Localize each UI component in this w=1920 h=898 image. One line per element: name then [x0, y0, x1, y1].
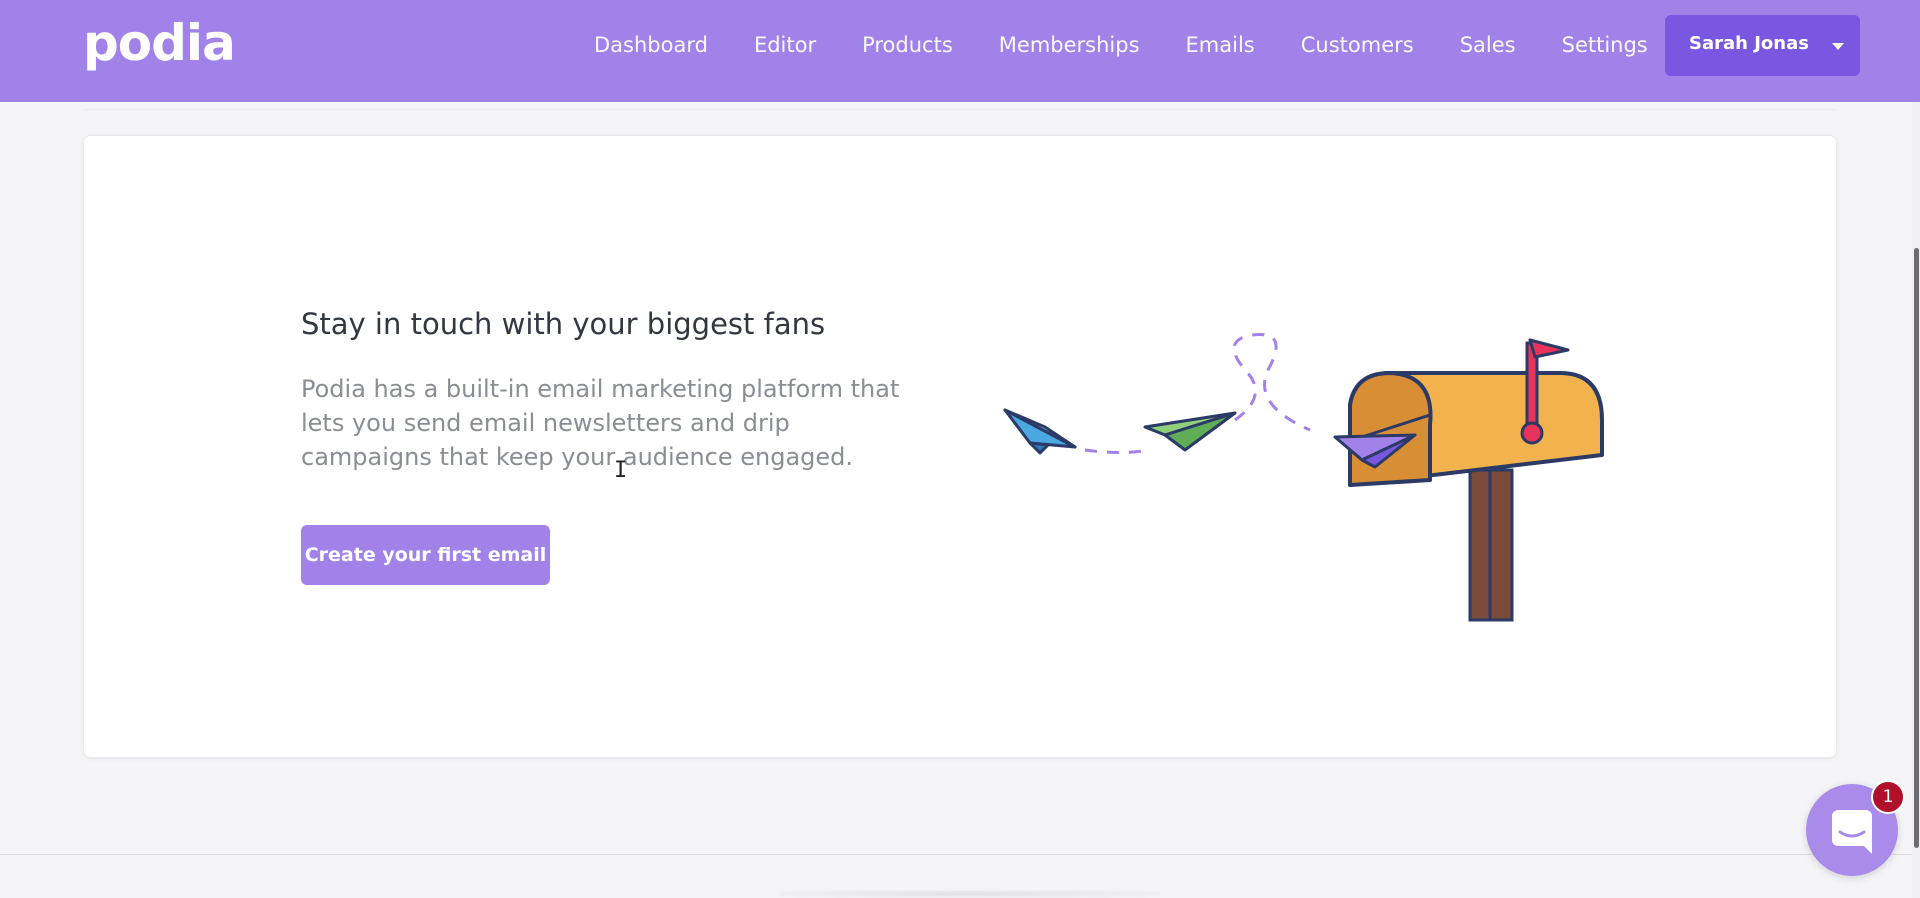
text-cursor-icon: I [614, 458, 628, 483]
main-nav: Dashboard Editor Products Memberships Em… [594, 0, 1694, 90]
nav-item-memberships[interactable]: Memberships [999, 33, 1140, 57]
top-navbar: podia Dashboard Editor Products Membersh… [0, 0, 1920, 102]
nav-item-editor[interactable]: Editor [754, 33, 816, 57]
podia-logo[interactable]: podia [83, 14, 236, 72]
chat-notification-badge: 1 [1871, 780, 1905, 814]
create-first-email-button[interactable]: Create your first email [301, 525, 550, 585]
flight-path-loop [1232, 332, 1311, 432]
nav-item-dashboard[interactable]: Dashboard [594, 33, 708, 57]
nav-item-emails[interactable]: Emails [1186, 33, 1255, 57]
nav-item-customers[interactable]: Customers [1301, 33, 1414, 57]
mailbox-post [1468, 468, 1514, 622]
empty-state-title: Stay in touch with your biggest fans [301, 307, 826, 341]
caret-down-icon [1832, 43, 1844, 50]
user-menu-button[interactable]: Sarah Jonas [1665, 15, 1860, 76]
green-paper-plane-icon [1143, 411, 1237, 452]
scrollbar-thumb[interactable] [1914, 248, 1919, 848]
mailbox-paper-planes-illustration [1003, 332, 1604, 622]
nav-item-settings[interactable]: Settings [1562, 33, 1648, 57]
blue-paper-plane-icon [1003, 408, 1077, 455]
empty-state-description: Podia has a built-in email marketing pla… [301, 375, 900, 471]
previous-section-edge [83, 102, 1837, 110]
user-name: Sarah Jonas [1689, 33, 1809, 54]
nav-item-sales[interactable]: Sales [1460, 33, 1516, 57]
nav-item-products[interactable]: Products [862, 33, 953, 57]
flight-path [1084, 448, 1151, 454]
footer-divider [0, 854, 1920, 855]
mailbox-icon [1348, 338, 1604, 487]
footer-shadow [780, 890, 1160, 898]
